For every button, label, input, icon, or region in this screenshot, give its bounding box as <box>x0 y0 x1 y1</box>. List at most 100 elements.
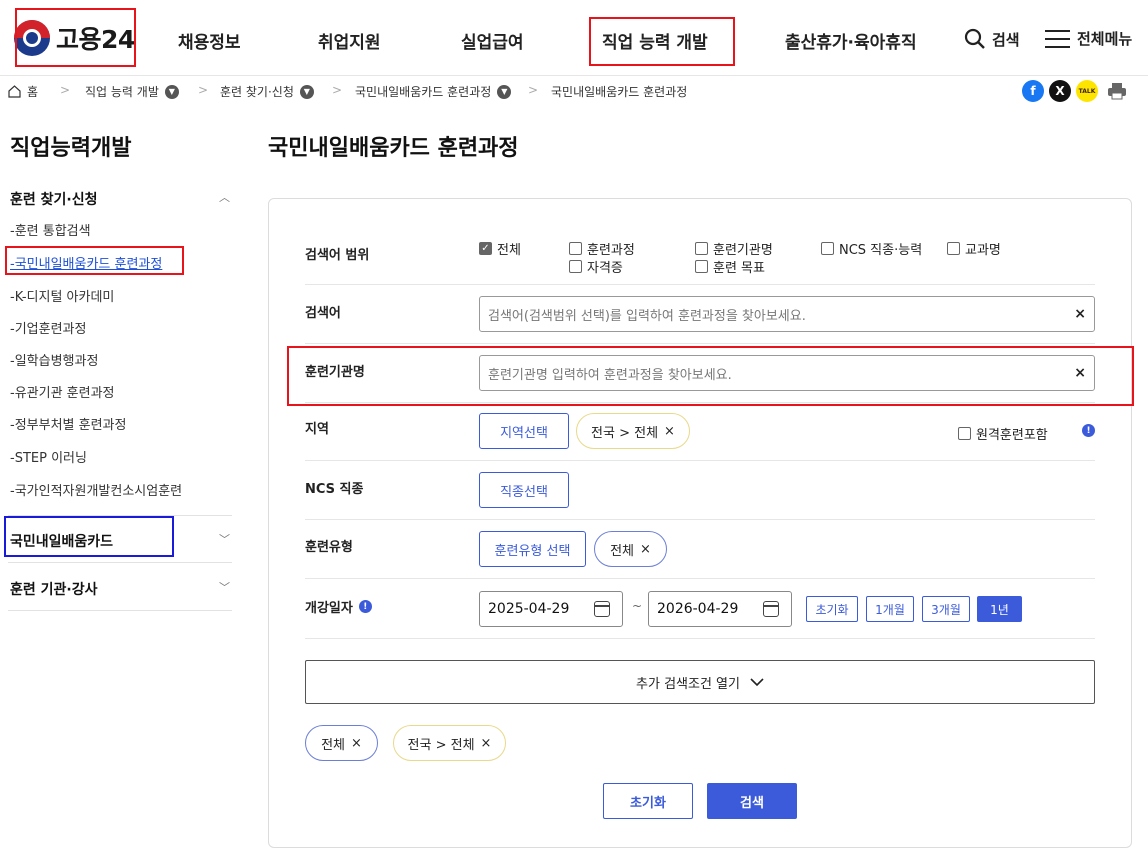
sidebar-item-step-elearning[interactable]: -STEP 이러닝 <box>10 447 87 466</box>
facebook-share-icon[interactable]: f <box>1022 80 1044 102</box>
scope-option-label: 훈련기관명 <box>713 243 773 258</box>
x-label: X <box>1055 84 1065 98</box>
scope-checkbox-all[interactable]: ✓ 전체 <box>479 239 521 258</box>
breadcrumb-home-label: 홈 <box>27 85 39 99</box>
breadcrumb-current-label: 국민내일배움카드 훈련과정 <box>551 85 688 99</box>
scope-option-label: 교과명 <box>965 243 1001 258</box>
highlight-box-org-row <box>287 346 1134 406</box>
search-button[interactable]: 검색 <box>707 783 797 819</box>
sidebar-item-integrated-search[interactable]: -훈련 통합검색 <box>10 220 91 239</box>
nav-employment-support[interactable]: 취업지원 <box>318 28 381 53</box>
remote-training-checkbox[interactable]: 원격훈련포함 <box>958 424 1048 443</box>
chevron-down-icon[interactable]: ﹀ <box>219 531 230 547</box>
checkbox-icon <box>695 242 708 255</box>
sidebar-item-related-agency[interactable]: -유관기관 훈련과정 <box>10 382 115 401</box>
x-share-icon[interactable]: X <box>1049 80 1071 102</box>
breadcrumb-item-1[interactable]: 직업 능력 개발 ▼ <box>85 83 179 100</box>
training-type-button[interactable]: 훈련유형 선택 <box>479 531 586 567</box>
scope-checkbox-ncs[interactable]: NCS 직종·능력 <box>821 239 922 258</box>
header-menu-label: 전체메뉴 <box>1077 30 1133 48</box>
scope-checkbox-goal[interactable]: 훈련 목표 <box>695 257 765 276</box>
quick-reset-button[interactable]: 초기화 <box>806 596 858 622</box>
nav-parental-leave[interactable]: 출산휴가·육아휴직 <box>785 28 917 53</box>
training-type-chip[interactable]: 전체 × <box>594 531 667 567</box>
sidebar-item-government-ministry[interactable]: -정부부처별 훈련과정 <box>10 414 126 433</box>
highlight-box-logo <box>15 8 136 67</box>
highlight-box-sidebar-item <box>5 246 184 275</box>
search-icon <box>964 28 985 49</box>
breadcrumb-item-current: 국민내일배움카드 훈련과정 <box>551 83 687 100</box>
region-chip[interactable]: 전국 > 전체 × <box>576 413 690 449</box>
sidebar-group-training-org[interactable]: 훈련 기관·강사 <box>10 579 97 599</box>
divider <box>305 343 1095 344</box>
date-to-value: 2026-04-29 <box>657 601 739 617</box>
breadcrumb-item-2[interactable]: 훈련 찾기·신청 ▼ <box>220 83 314 100</box>
close-icon[interactable]: × <box>640 542 651 557</box>
close-icon[interactable]: × <box>481 736 492 751</box>
header-search-label: 검색 <box>992 30 1020 49</box>
chevron-up-icon[interactable]: ︿ <box>219 189 230 205</box>
keyword-label: 검색어 <box>305 306 341 321</box>
info-icon[interactable]: ! <box>1082 424 1095 437</box>
checkbox-checked-icon: ✓ <box>479 242 492 255</box>
selected-chip-label: 전체 <box>321 737 345 753</box>
scope-checkbox-cert[interactable]: 자격증 <box>569 257 623 276</box>
more-conditions-button[interactable]: 추가 검색조건 열기 <box>305 660 1095 704</box>
breadcrumb-separator: > <box>60 83 71 97</box>
selected-chip-region[interactable]: 전국 > 전체 × <box>393 725 506 761</box>
date-from-input[interactable]: 2025-04-29 <box>479 591 623 627</box>
remote-training-label: 원격훈련포함 <box>976 428 1048 443</box>
chevron-down-icon[interactable]: ﹀ <box>219 579 230 595</box>
quick-1year-button[interactable]: 1년 <box>977 596 1022 622</box>
checkbox-icon <box>947 242 960 255</box>
scope-checkbox-course[interactable]: 훈련과정 <box>569 239 635 258</box>
chevron-down-icon[interactable]: ▼ <box>164 84 179 99</box>
header-menu-button[interactable]: 전체메뉴 <box>1045 28 1132 49</box>
nav-jobs[interactable]: 채용정보 <box>178 28 241 53</box>
breadcrumb-item-2-label: 훈련 찾기·신청 <box>220 85 294 99</box>
training-type-chip-label: 전체 <box>610 543 634 559</box>
calendar-icon[interactable] <box>594 601 610 617</box>
breadcrumb-item-3[interactable]: 국민내일배움카드 훈련과정 ▼ <box>355 83 512 100</box>
sidebar-item-company-training[interactable]: -기업훈련과정 <box>10 318 86 337</box>
reset-button[interactable]: 초기화 <box>603 783 693 819</box>
sidebar-group-training-search[interactable]: 훈련 찾기·신청 <box>10 189 97 209</box>
info-icon[interactable]: ! <box>358 600 372 613</box>
hamburger-menu-icon <box>1045 29 1070 48</box>
kakao-label: TALK <box>1078 87 1096 95</box>
sidebar-item-work-learning[interactable]: -일학습병행과정 <box>10 350 98 369</box>
checkbox-icon <box>569 260 582 273</box>
ncs-select-button[interactable]: 직종선택 <box>479 472 569 508</box>
print-icon[interactable] <box>1106 80 1128 102</box>
scope-label: 검색어 범위 <box>305 248 370 263</box>
kakao-share-icon[interactable]: TALK <box>1076 80 1098 102</box>
start-date-label-group: 개강일자 ! <box>305 597 372 616</box>
scope-checkbox-org[interactable]: 훈련기관명 <box>695 239 773 258</box>
keyword-input[interactable]: 검색어(검색범위 선택)를 입력하여 훈련과정을 찾아보세요. × <box>479 296 1095 332</box>
sidebar-item-consortium[interactable]: -국가인적자원개발컨소시엄훈련 <box>10 480 182 499</box>
scope-option-label: 전체 <box>497 243 521 258</box>
header-search-button[interactable]: 검색 <box>964 28 1020 50</box>
close-icon[interactable]: × <box>351 736 362 751</box>
page-title: 국민내일배움카드 훈련과정 <box>268 136 519 161</box>
breadcrumb-separator: > <box>332 83 343 97</box>
calendar-icon[interactable] <box>763 601 779 617</box>
chevron-down-icon[interactable]: ▼ <box>497 84 512 99</box>
sidebar-title: 직업능력개발 <box>10 136 132 161</box>
date-to-input[interactable]: 2026-04-29 <box>648 591 792 627</box>
sidebar-item-k-digital[interactable]: -K-디지털 아카데미 <box>10 286 114 305</box>
scope-checkbox-subject[interactable]: 교과명 <box>947 239 1001 258</box>
training-type-label: 훈련유형 <box>305 540 353 555</box>
clear-icon[interactable]: × <box>1074 306 1086 322</box>
nav-unemployment-benefit[interactable]: 실업급여 <box>461 28 524 53</box>
breadcrumb-home[interactable]: 홈 <box>8 83 38 100</box>
region-select-button[interactable]: 지역선택 <box>479 413 569 449</box>
chevron-down-icon[interactable]: ▼ <box>299 84 314 99</box>
close-icon[interactable]: × <box>664 424 675 439</box>
quick-3month-button[interactable]: 3개월 <box>922 596 970 622</box>
region-label: 지역 <box>305 422 329 437</box>
date-from-value: 2025-04-29 <box>488 601 570 617</box>
selected-chip-type[interactable]: 전체 × <box>305 725 378 761</box>
quick-1month-button[interactable]: 1개월 <box>866 596 914 622</box>
divider <box>305 578 1095 579</box>
